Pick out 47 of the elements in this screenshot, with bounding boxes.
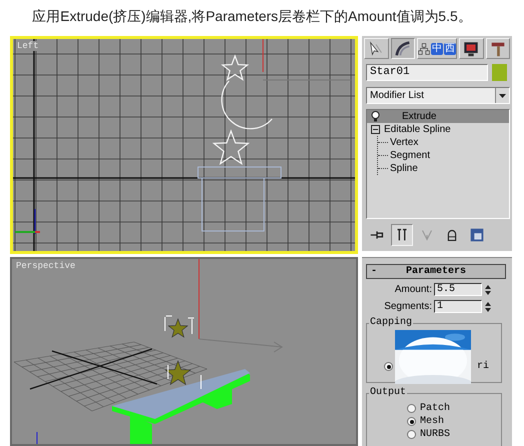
rollout-title: Parameters: [404, 266, 467, 277]
end-result-button[interactable]: [391, 224, 413, 246]
sub-object-item[interactable]: Vertex: [378, 136, 509, 149]
field-label: Segments:: [384, 301, 432, 312]
window-icon: [468, 226, 486, 244]
star-drawing: [164, 360, 202, 390]
dropdown-label: Modifier List: [370, 90, 424, 101]
ime-badge[interactable]: 中: [431, 42, 443, 54]
radio-option[interactable]: Mesh: [367, 415, 501, 428]
option-label: ri: [477, 361, 490, 372]
sub-object-item[interactable]: Spline: [378, 162, 509, 175]
dropdown-arrow-icon: [499, 94, 506, 98]
object-color-swatch[interactable]: [492, 64, 507, 81]
hierarchy-tab[interactable]: 中 西: [417, 38, 457, 59]
collapse-sign[interactable]: -: [367, 266, 381, 277]
group-title: Capping: [369, 317, 414, 328]
arc-icon: [394, 40, 412, 58]
modifier-list-dropdown[interactable]: Modifier List: [366, 87, 510, 104]
monitor-icon: [462, 40, 480, 58]
viewport-label: Perspective: [15, 261, 76, 271]
stack-item[interactable]: Editable Spline: [367, 123, 509, 136]
axis-tripod-icon: [15, 208, 40, 234]
stack-item[interactable]: Extrude: [367, 110, 509, 123]
caption-text: 应用Extrude(挤压)编辑器,将Parameters层卷栏下的Amount值调为5.5。: [32, 7, 472, 26]
utilities-tab[interactable]: [486, 38, 510, 59]
collapse-icon: [371, 125, 380, 134]
create-tab[interactable]: [364, 38, 388, 59]
spinner-icon[interactable]: [484, 284, 492, 296]
star-drawing: [164, 316, 194, 338]
amount-field[interactable]: 5.5: [434, 283, 482, 296]
ime-badge[interactable]: 西: [444, 42, 456, 54]
field-label: Amount:: [394, 284, 432, 295]
modify-tab[interactable]: [390, 38, 415, 59]
radio-option[interactable]: NURBS: [367, 428, 501, 441]
object-name-field[interactable]: Star01: [366, 64, 488, 81]
sub-object-item[interactable]: Segment: [378, 149, 509, 162]
hammer-icon: [488, 40, 507, 58]
lightbulb-icon: [371, 111, 380, 122]
spinner-icon[interactable]: [484, 300, 492, 312]
radio-button[interactable]: [384, 362, 393, 371]
viewport-label: Left: [16, 41, 40, 51]
axis-tripod-icon: [36, 432, 38, 444]
display-tab[interactable]: [459, 38, 484, 59]
rollout-header[interactable]: - Parameters: [366, 264, 506, 279]
segments-field[interactable]: 1: [434, 300, 482, 313]
group-title: Output: [369, 387, 408, 398]
radio-option[interactable]: Patch: [367, 402, 501, 415]
